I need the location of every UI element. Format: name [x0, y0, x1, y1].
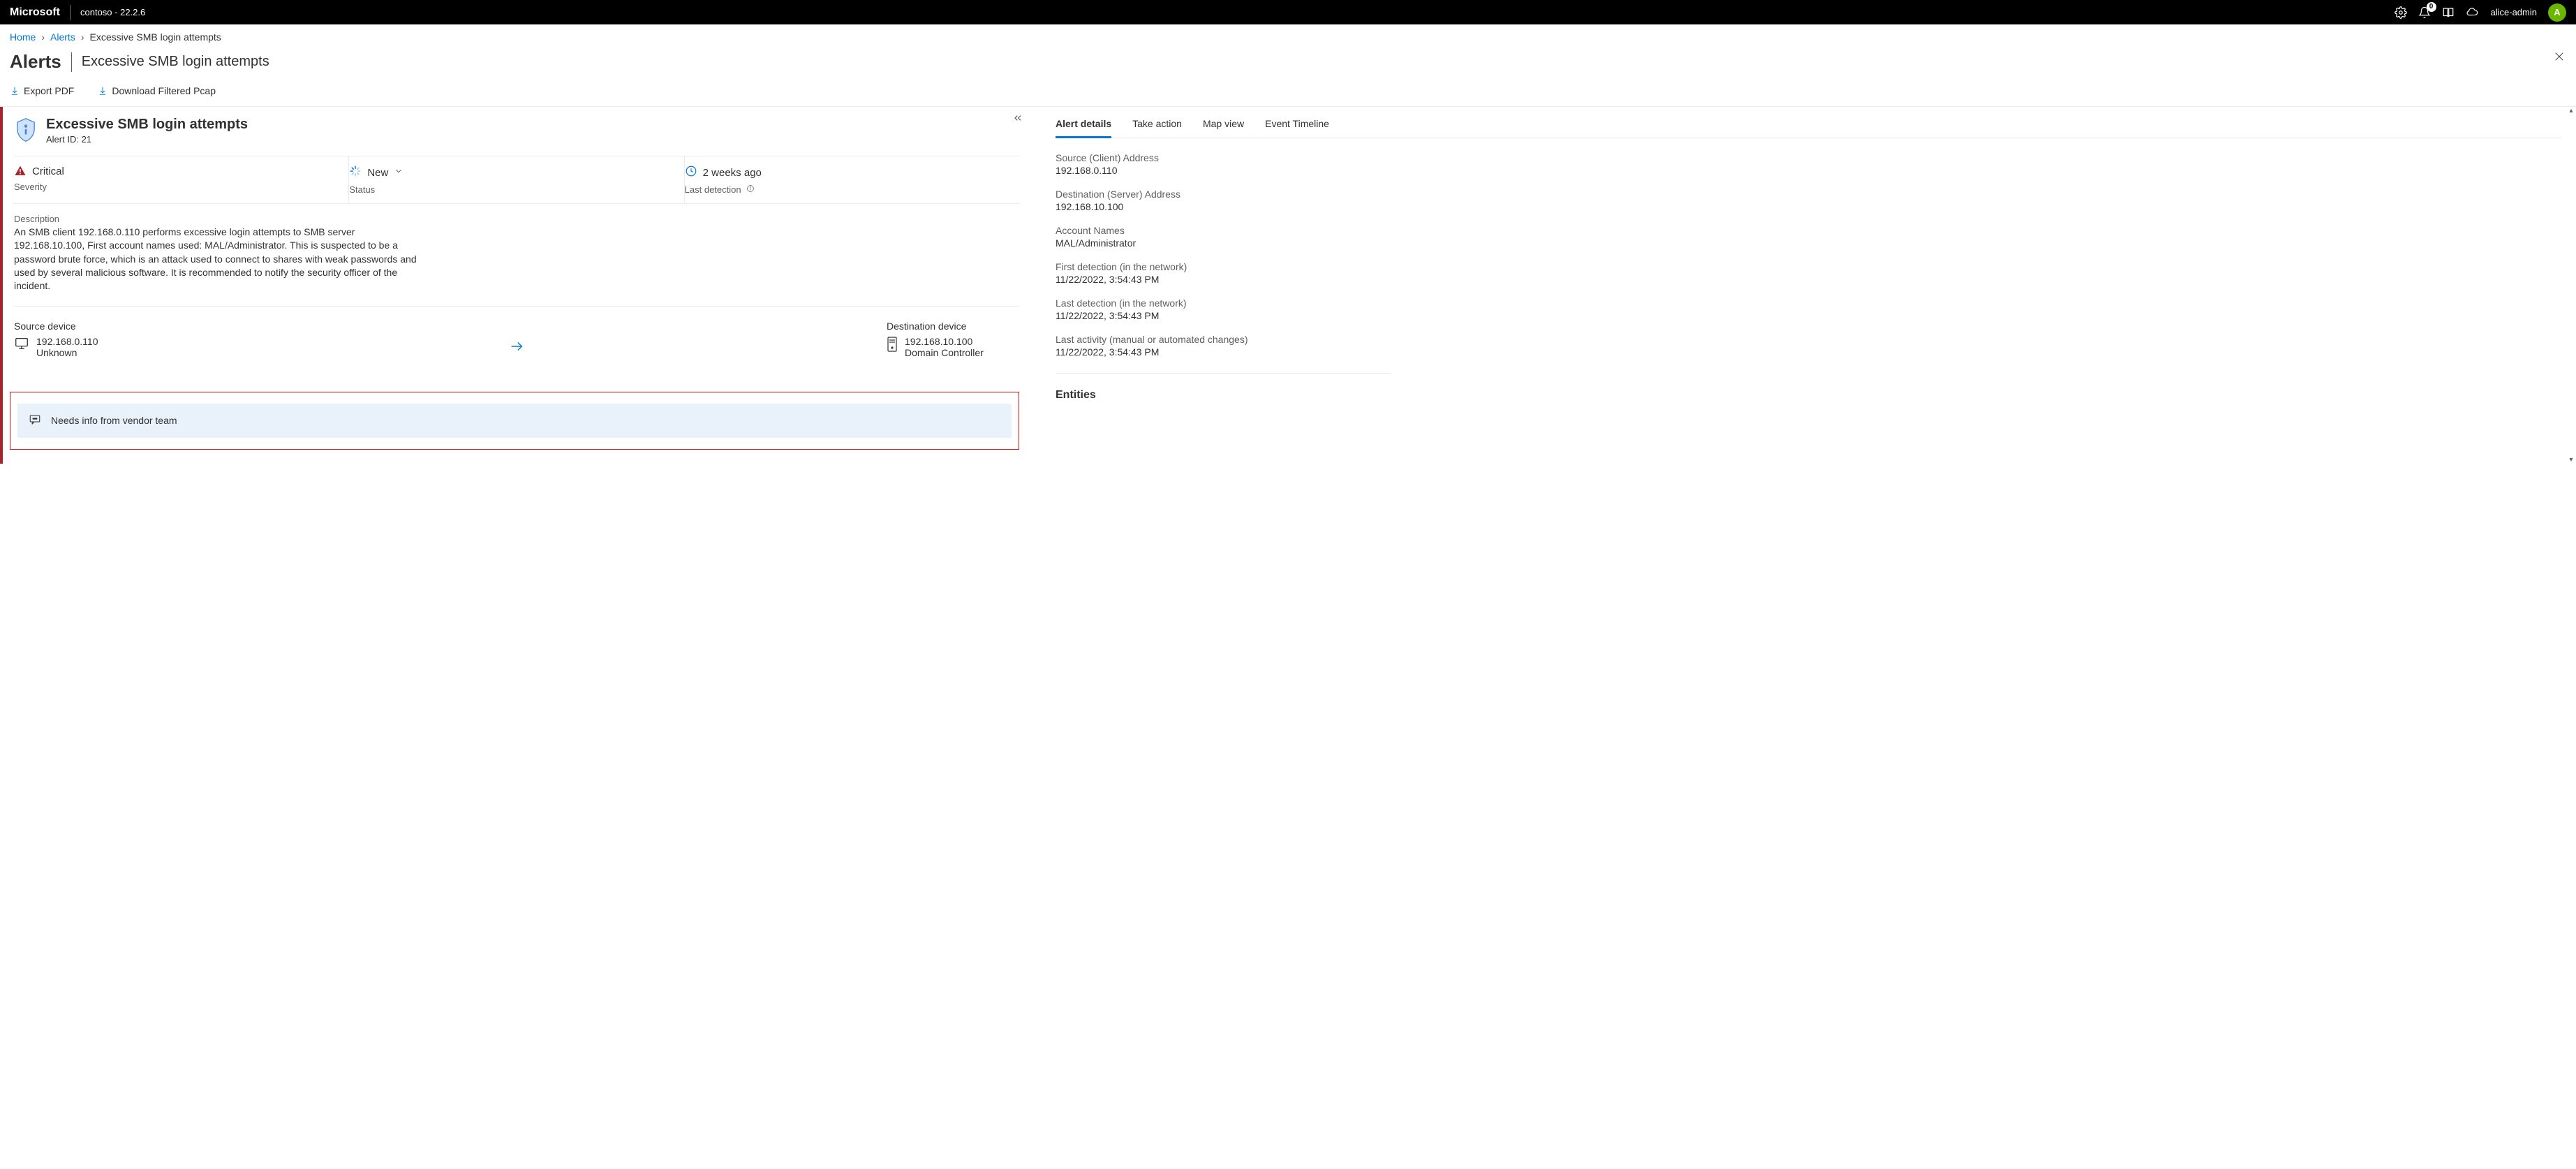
critical-severity-icon	[14, 165, 27, 177]
status-card: New Status	[349, 156, 684, 203]
destination-device-type: Domain Controller	[905, 347, 984, 358]
avatar[interactable]: A	[2548, 3, 2566, 22]
divider	[1056, 373, 1391, 374]
breadcrumb-alerts[interactable]: Alerts	[50, 31, 75, 43]
severity-value: Critical	[32, 166, 64, 177]
user-name-label[interactable]: alice-admin	[2491, 7, 2537, 17]
breadcrumb: Home › Alerts › Excessive SMB login atte…	[0, 24, 2576, 47]
page-title: Excessive SMB login attempts	[82, 54, 269, 70]
last-detection-value: 11/22/2022, 3:54:43 PM	[1056, 310, 1391, 321]
entities-heading: Entities	[1056, 389, 2562, 402]
description-text: An SMB client 192.168.0.110 performs exc…	[14, 226, 419, 293]
severity-card: Critical Severity	[14, 156, 349, 203]
main-content: Excessive SMB login attempts Alert ID: 2…	[0, 106, 2576, 464]
alert-title: Excessive SMB login attempts	[46, 117, 248, 133]
close-icon[interactable]	[2552, 50, 2566, 64]
alert-details-pane: Alert details Take action Map view Event…	[1030, 107, 2576, 464]
tab-alert-details[interactable]: Alert details	[1056, 111, 1111, 138]
chat-icon	[29, 413, 41, 428]
collapse-pane-icon[interactable]	[1012, 112, 1023, 127]
export-pdf-label: Export PDF	[24, 85, 74, 96]
breadcrumb-home[interactable]: Home	[10, 31, 36, 43]
status-new-icon	[349, 165, 362, 180]
account-names-label: Account Names	[1056, 225, 1391, 236]
page-heading: Alerts Excessive SMB login attempts	[0, 47, 2576, 82]
last-detection-card: 2 weeks ago Last detection	[685, 156, 1019, 203]
top-header: Microsoft contoso - 22.2.6 0	[0, 0, 2576, 24]
clock-icon	[685, 165, 697, 180]
destination-address-label: Destination (Server) Address	[1056, 189, 1391, 200]
status-label: Status	[349, 184, 678, 195]
chevron-right-icon: ›	[41, 31, 45, 43]
destination-device-label: Destination device	[887, 321, 1019, 332]
source-device-type: Unknown	[36, 347, 98, 358]
scrollbar[interactable]: ▴ ▾	[2566, 107, 2576, 464]
source-device-ip: 192.168.0.110	[36, 336, 98, 347]
source-device-label: Source device	[14, 321, 147, 332]
brand-logo: Microsoft	[10, 6, 60, 19]
source-device: Source device 192.168.0.110 Unknown	[14, 321, 147, 358]
notifications-icon[interactable]: 0	[2418, 6, 2431, 19]
book-icon[interactable]	[2442, 6, 2455, 19]
comment-item[interactable]: Needs info from vendor team	[17, 404, 1012, 438]
destination-device-ip: 192.168.10.100	[905, 336, 984, 347]
last-detection-value: 2 weeks ago	[703, 167, 762, 179]
status-dropdown-icon[interactable]	[394, 166, 404, 179]
scroll-up-icon[interactable]: ▴	[2566, 107, 2576, 115]
alert-summary-pane: Excessive SMB login attempts Alert ID: 2…	[0, 107, 1030, 464]
monitor-icon	[14, 336, 29, 353]
comment-highlight-box: Needs info from vendor team	[10, 392, 1019, 450]
description-label: Description	[14, 214, 1019, 224]
comment-text: Needs info from vendor team	[51, 415, 177, 426]
last-detection-label: Last detection (in the network)	[1056, 297, 1391, 309]
tabs: Alert details Take action Map view Event…	[1056, 111, 2562, 138]
status-value: New	[367, 167, 388, 179]
tenant-label[interactable]: contoso - 22.2.6	[80, 7, 145, 17]
cloud-icon[interactable]	[2466, 6, 2478, 19]
destination-address-value: 192.168.10.100	[1056, 201, 1391, 212]
tab-take-action[interactable]: Take action	[1132, 111, 1182, 138]
command-bar: Export PDF Download Filtered Pcap	[0, 82, 2576, 106]
server-icon	[887, 336, 898, 355]
source-address-label: Source (Client) Address	[1056, 152, 1391, 163]
export-pdf-button[interactable]: Export PDF	[6, 82, 78, 99]
source-address-value: 192.168.0.110	[1056, 165, 1391, 176]
chevron-right-icon: ›	[81, 31, 84, 43]
section-heading: Alerts	[10, 51, 71, 73]
breadcrumb-current: Excessive SMB login attempts	[90, 31, 221, 43]
tab-event-timeline[interactable]: Event Timeline	[1265, 111, 1329, 138]
last-activity-label: Last activity (manual or automated chang…	[1056, 334, 1391, 345]
download-pcap-button[interactable]: Download Filtered Pcap	[94, 82, 220, 99]
alert-id-label: Alert ID: 21	[46, 134, 248, 145]
last-activity-value: 11/22/2022, 3:54:43 PM	[1056, 346, 1391, 358]
gear-icon[interactable]	[2394, 6, 2407, 19]
download-pcap-label: Download Filtered Pcap	[112, 85, 216, 96]
shield-alert-icon	[14, 117, 38, 143]
divider	[70, 5, 71, 20]
notification-badge: 0	[2427, 2, 2436, 12]
account-names-value: MAL/Administrator	[1056, 237, 1391, 249]
tab-map-view[interactable]: Map view	[1203, 111, 1244, 138]
destination-device: Destination device 192.168.10.100 Domain…	[887, 321, 1019, 358]
last-detection-label: Last detection	[685, 184, 741, 195]
divider	[71, 52, 72, 72]
first-detection-label: First detection (in the network)	[1056, 261, 1391, 272]
severity-label: Severity	[14, 182, 343, 192]
info-icon[interactable]	[746, 184, 755, 195]
scroll-down-icon[interactable]: ▾	[2566, 456, 2576, 464]
arrow-right-icon	[154, 321, 880, 354]
first-detection-value: 11/22/2022, 3:54:43 PM	[1056, 274, 1391, 285]
